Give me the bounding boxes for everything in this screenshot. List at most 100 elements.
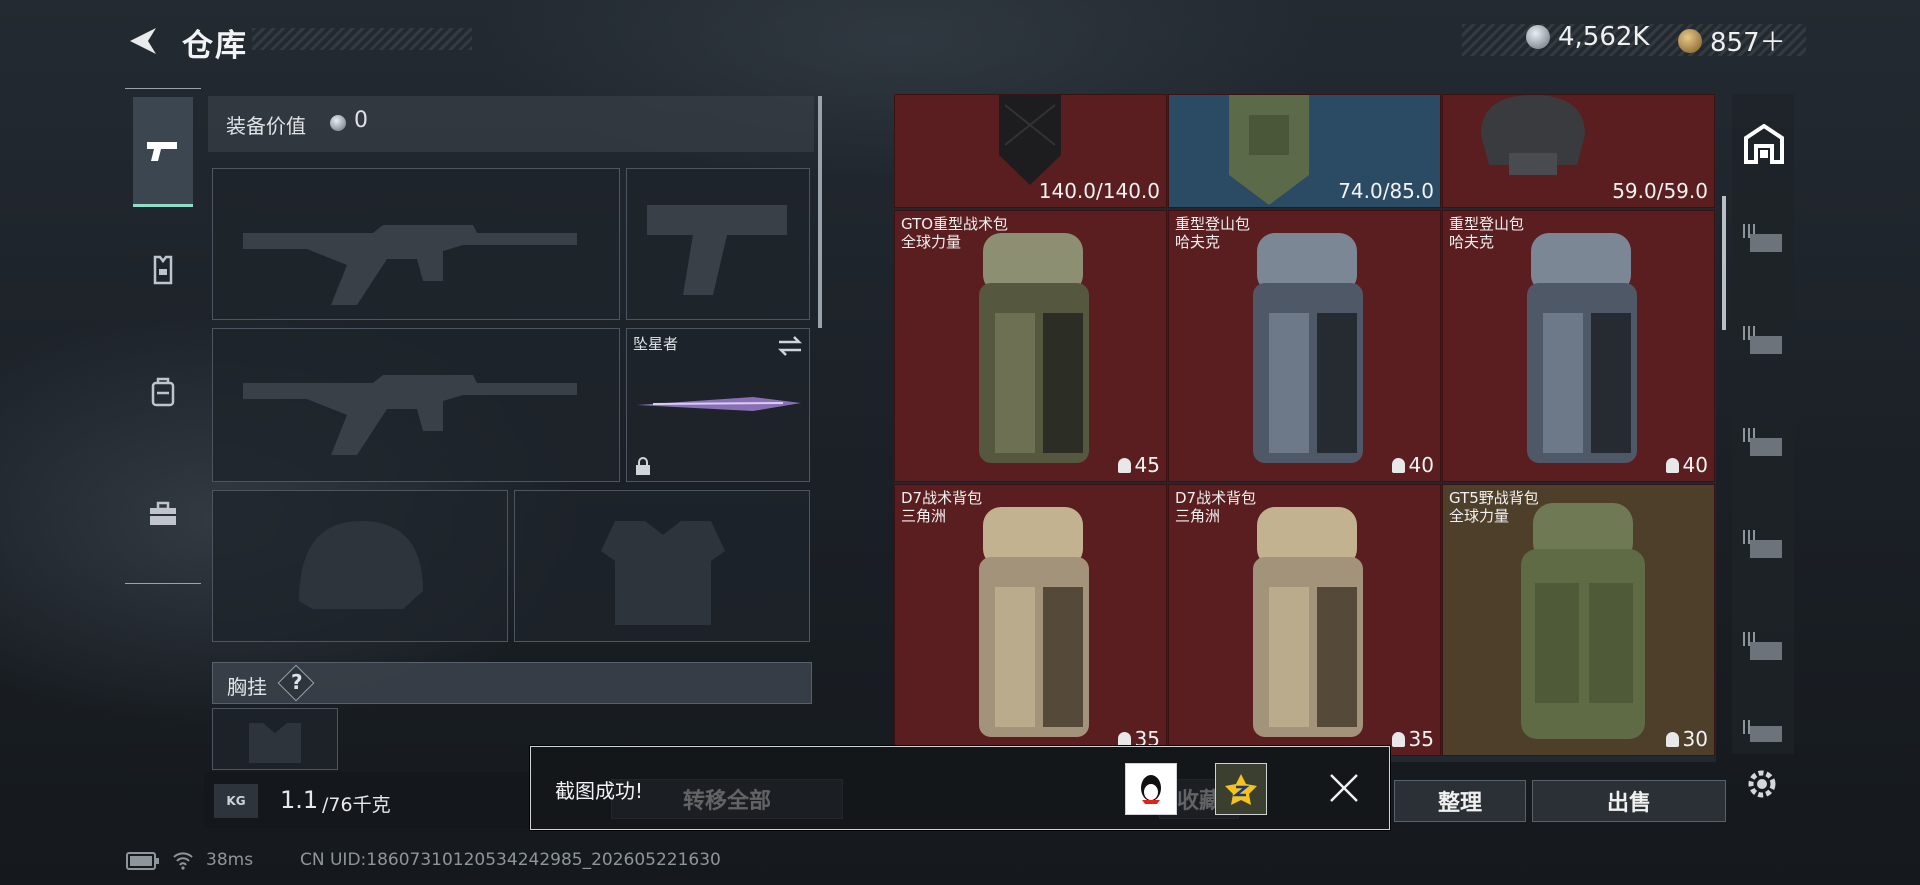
chest-rig-header: 胸挂 ? <box>212 662 812 704</box>
equipment-scrollbar[interactable] <box>818 96 822 328</box>
primary-weapon-slot[interactable] <box>212 168 620 320</box>
grid-item[interactable]: D7战术背包 三角洲 35 <box>894 484 1167 756</box>
durability: 140.0/140.0 <box>1038 179 1160 203</box>
grid-cell-top-1[interactable]: 140.0/140.0 <box>894 94 1167 208</box>
vest-icon <box>153 255 173 285</box>
backpack-icon <box>1253 507 1363 737</box>
stash-page-sidebar <box>1732 94 1794 754</box>
helmet-cover-icon <box>999 95 1061 185</box>
back-arrow-icon[interactable] <box>126 24 160 58</box>
item-name: 重型登山包 哈夫克 <box>1175 215 1251 251</box>
equipment-value-row: 装备价值 0 <box>208 96 814 152</box>
grid-cell-top-2[interactable]: 74.0/85.0 <box>1168 94 1441 208</box>
grid-item[interactable]: D7战术背包 三角洲 35 <box>1168 484 1441 756</box>
title-decoration <box>252 28 472 50</box>
help-icon[interactable]: ? <box>291 670 303 694</box>
ghost-icon <box>1117 731 1131 747</box>
grid-item[interactable]: 重型登山包 哈夫克 40 <box>1168 210 1441 482</box>
item-count: 45 <box>1117 453 1160 477</box>
grid-cell-top-3[interactable]: 59.0/59.0 <box>1442 94 1715 208</box>
item-count: 40 <box>1665 453 1708 477</box>
durability: 74.0/85.0 <box>1338 179 1434 203</box>
swap-icon[interactable] <box>777 335 803 357</box>
silver-coin-icon <box>1526 25 1550 49</box>
ghost-icon <box>1665 457 1679 473</box>
backpack-icon <box>979 507 1089 737</box>
pistol-silhouette-icon <box>647 205 787 295</box>
stash-page-3-icon[interactable] <box>1740 218 1788 258</box>
tab-toolbox[interactable] <box>133 459 193 569</box>
transfer-all-button[interactable]: 转移全部 <box>611 779 843 819</box>
share-qq-button[interactable] <box>1125 763 1177 815</box>
item-name: 重型登山包 哈夫克 <box>1449 215 1525 251</box>
sell-button[interactable]: 出售 <box>1532 780 1726 822</box>
item-count: 40 <box>1391 453 1434 477</box>
stash-grid: 140.0/140.0 74.0/85.0 59.0/59.0 GTO重型战术包… <box>894 94 1716 762</box>
pistol-slot[interactable] <box>626 168 810 320</box>
rifle-silhouette-icon <box>243 225 577 305</box>
stash-page-3-icon[interactable] <box>1740 422 1788 462</box>
armor-vest-icon <box>1229 95 1309 205</box>
stash-page-2-icon[interactable] <box>1740 714 1788 746</box>
equipment-value-label: 装备价值 <box>226 114 306 138</box>
backpack-icon <box>151 377 175 407</box>
helmet-silhouette-icon <box>299 521 423 609</box>
stash-page-3-icon[interactable] <box>1740 626 1788 666</box>
tab-backpack[interactable] <box>133 337 193 447</box>
melee-name: 坠星者 <box>633 335 679 353</box>
grid-item[interactable]: 重型登山包 哈夫克 40 <box>1442 210 1715 482</box>
item-count: 30 <box>1665 727 1708 751</box>
backpack-icon <box>1527 233 1637 463</box>
category-tabs <box>125 88 201 584</box>
grid-item[interactable]: GTO重型战术包 全球力量 45 <box>894 210 1167 482</box>
screenshot-toast: 转移全部 收藏 截图成功! <box>530 746 1390 830</box>
chest-rig-label: 胸挂 <box>227 675 267 699</box>
weight-icon: KG <box>214 784 258 818</box>
battery-icon <box>126 852 159 870</box>
weight-max: /76千克 <box>322 794 391 816</box>
ghost-icon <box>1391 731 1405 747</box>
tab-armor[interactable] <box>133 215 193 325</box>
armor-slot[interactable] <box>514 490 810 642</box>
weight-current: 1.1 <box>280 786 319 814</box>
rifle-silhouette-icon <box>243 375 577 455</box>
page-title: 仓库 <box>182 28 248 64</box>
grid-item[interactable]: GT5野战背包 全球力量 30 <box>1442 484 1715 756</box>
secondary-weapon-slot[interactable] <box>212 328 620 482</box>
lock-icon <box>636 457 650 475</box>
toolbox-icon <box>150 501 176 525</box>
weight-bar: KG 1.1 /76千克 <box>204 772 544 828</box>
backpack-icon <box>979 233 1089 463</box>
durability: 59.0/59.0 <box>1612 179 1708 203</box>
backpack-icon <box>1253 233 1363 463</box>
melee-slot[interactable]: 坠星者 <box>626 328 810 482</box>
silver-currency: 4,562K <box>1526 22 1649 52</box>
close-icon[interactable] <box>1329 773 1359 803</box>
backpack-icon <box>1521 503 1645 739</box>
tab-weapons[interactable] <box>133 97 193 207</box>
settings-gear-icon[interactable] <box>1744 766 1780 802</box>
toast-message: 截图成功! <box>555 779 644 803</box>
helmet-slot[interactable] <box>212 490 508 642</box>
gold-amount: 857＋ <box>1710 28 1786 58</box>
organize-button[interactable]: 整理 <box>1394 780 1526 822</box>
stash-page-3-icon[interactable] <box>1740 320 1788 360</box>
knife-icon <box>637 397 801 411</box>
uid: CN UID:18607310120534242985_202605221630 <box>300 850 721 870</box>
silver-amount: 4,562K <box>1558 22 1650 52</box>
warehouse-icon[interactable] <box>1742 124 1786 164</box>
armor-silhouette-icon <box>601 521 725 625</box>
pistol-icon <box>147 141 177 161</box>
chest-rig-silhouette-icon <box>249 723 301 763</box>
ghost-icon <box>1391 457 1405 473</box>
wifi-icon <box>173 852 193 870</box>
qq-penguin-icon <box>1141 775 1161 804</box>
ghost-icon <box>1117 457 1131 473</box>
stash-scrollbar[interactable] <box>1722 196 1726 330</box>
stash-page-3-icon[interactable] <box>1740 524 1788 564</box>
share-qzone-button[interactable] <box>1215 763 1267 815</box>
gold-currency[interactable]: 857＋ <box>1678 22 1786 59</box>
chest-rig-slot[interactable] <box>212 708 338 770</box>
item-count: 35 <box>1391 727 1434 751</box>
tactical-helmet-icon <box>1481 95 1585 175</box>
